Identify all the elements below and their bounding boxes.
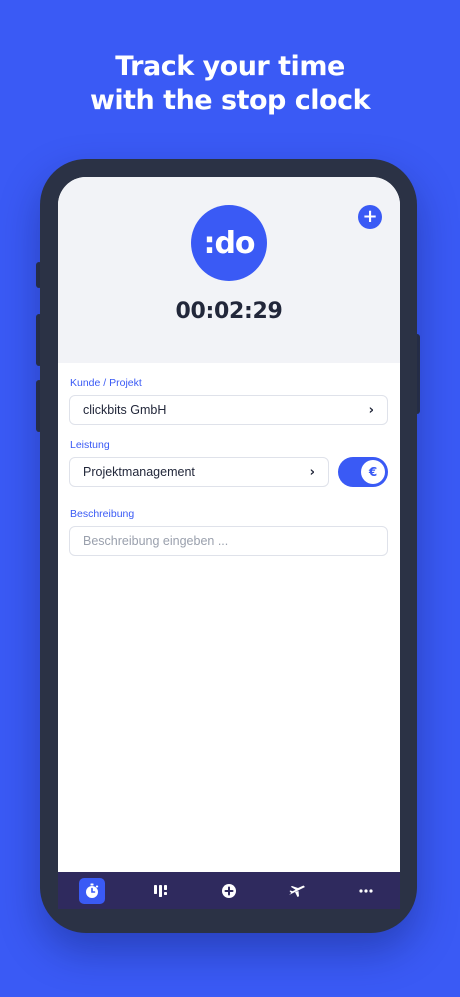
- chevron-right-icon: ›: [368, 402, 374, 418]
- tab-dashboard[interactable]: [126, 872, 194, 909]
- service-select[interactable]: Projektmanagement ›: [69, 457, 329, 487]
- service-value: Projektmanagement: [83, 465, 195, 479]
- billable-toggle[interactable]: €: [338, 457, 388, 487]
- app-screen: :do + 00:02:29 Kunde / Projekt clickbits…: [58, 177, 400, 909]
- chevron-right-icon: ›: [309, 464, 315, 480]
- description-label: Beschreibung: [70, 508, 135, 520]
- service-label: Leistung: [70, 439, 110, 451]
- plus-icon: +: [362, 206, 378, 227]
- more-icon: [359, 888, 373, 893]
- tab-stopwatch[interactable]: [58, 872, 126, 909]
- customer-project-select[interactable]: clickbits GmbH ›: [69, 395, 388, 425]
- customer-project-value: clickbits GmbH: [83, 403, 167, 417]
- tab-add[interactable]: [195, 872, 263, 909]
- dashboard-icon: [153, 884, 167, 897]
- euro-icon: €: [361, 460, 385, 484]
- tab-active-indicator: [79, 877, 106, 904]
- stopwatch-timer: 00:02:29: [175, 299, 283, 324]
- timer-header: :do + 00:02:29: [58, 177, 400, 363]
- app-logo: :do: [191, 205, 267, 281]
- headline-line-2: with the stop clock: [89, 85, 371, 116]
- headline-line-1: Track your time: [115, 51, 345, 82]
- headline: Track your time with the stop clock: [0, 50, 460, 118]
- description-input[interactable]: Beschreibung eingeben ...: [69, 526, 388, 556]
- stopwatch-icon: [86, 883, 99, 898]
- customer-project-label: Kunde / Projekt: [70, 377, 142, 389]
- tab-more[interactable]: [332, 872, 400, 909]
- plus-circle-icon: [221, 883, 236, 898]
- add-button[interactable]: +: [358, 205, 382, 229]
- tab-travel[interactable]: [263, 872, 331, 909]
- description-placeholder: Beschreibung eingeben ...: [83, 534, 229, 548]
- bottom-tab-bar: [58, 872, 400, 909]
- airplane-icon: [289, 885, 306, 897]
